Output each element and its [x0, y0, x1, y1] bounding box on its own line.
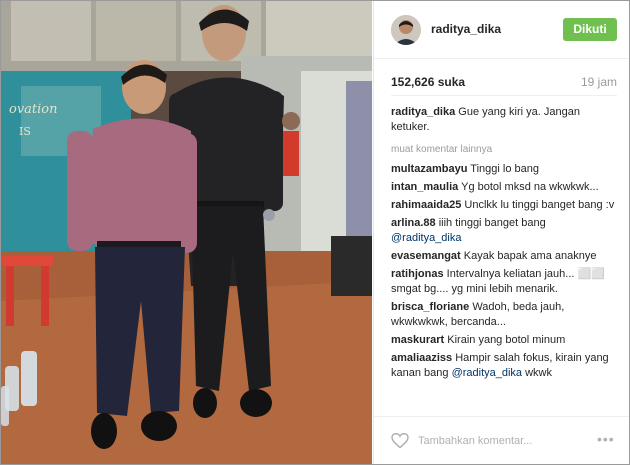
comment-item: multazambayu Tinggi lo bang — [391, 162, 617, 177]
comment-item: amaliaaziss Hampir salah fokus, kirain y… — [391, 351, 617, 381]
username-link[interactable]: raditya_dika — [431, 22, 501, 36]
comment-username[interactable]: multazambayu — [391, 163, 467, 175]
follow-button[interactable]: Dikuti — [563, 18, 617, 41]
comment-item: arlina.88 iiih tinggi banget bang @radit… — [391, 216, 617, 246]
comment-username[interactable]: evasemangat — [391, 250, 461, 262]
post-window: ovation IS raditya_dika Dikuti 152,626 s… — [0, 0, 630, 465]
add-comment-input[interactable]: Tambahkan komentar... — [418, 435, 532, 447]
post-timestamp[interactable]: 19 jam — [581, 75, 617, 89]
comment-item: rahimaaida25 Unclkk lu tinggi banget ban… — [391, 198, 617, 213]
comment-username[interactable]: maskurart — [391, 334, 444, 346]
comment-username[interactable]: arlina.88 — [391, 217, 436, 229]
comment-username[interactable]: rahimaaida25 — [391, 199, 461, 211]
comment-text: iiih tinggi banget bang — [438, 217, 546, 229]
post-stats: 152,626 suka 19 jam — [391, 75, 617, 91]
post-side-panel: raditya_dika Dikuti 152,626 suka 19 jam … — [373, 1, 629, 464]
comment-item: intan_maulia Yg botol mksd na wkwkwk... — [391, 180, 617, 195]
comment-item: evasemangat Kayak bapak ama anaknye — [391, 249, 617, 264]
comment-username[interactable]: ratihjonas — [391, 268, 444, 280]
comment-username[interactable]: intan_maulia — [391, 181, 458, 193]
comment-mention[interactable]: @raditya_dika — [391, 232, 461, 244]
more-options-icon[interactable]: ••• — [597, 431, 615, 447]
comments-list: raditya_dika Gue yang kiri ya. Jangan ke… — [391, 105, 617, 413]
comment-text: Tinggi lo bang — [470, 163, 539, 175]
likes-count[interactable]: 152,626 suka — [391, 75, 465, 89]
comment-text: Unclkk lu tinggi banget bang :v — [464, 199, 615, 211]
avatar[interactable] — [391, 15, 421, 45]
comment-item: ratihjonas Intervalnya keliatan jauh... … — [391, 267, 617, 297]
comment-text: Kirain yang botol minum — [447, 334, 566, 346]
comment-item: brisca_floriane Wadoh, beda jauh, wkwkwk… — [391, 300, 617, 330]
comment-footer: Tambahkan komentar... ••• — [374, 416, 629, 464]
svg-text:IS: IS — [19, 125, 31, 138]
comment-mention[interactable]: @raditya_dika — [452, 367, 522, 379]
heart-icon[interactable] — [391, 433, 409, 449]
comment-username[interactable]: amaliaaziss — [391, 352, 452, 364]
caption-username[interactable]: raditya_dika — [391, 106, 455, 118]
comment-text: Kayak bapak ama anaknye — [463, 250, 597, 262]
comment-text: Yg botol mksd na wkwkwk... — [461, 181, 599, 193]
comment-text-end: wkwk — [525, 367, 552, 379]
divider — [391, 95, 617, 96]
post-photo[interactable]: ovation IS — [1, 1, 372, 464]
comment-item: maskurart Kirain yang botol minum — [391, 333, 617, 348]
svg-text:ovation: ovation — [9, 102, 58, 117]
photo-illustration: ovation IS — [1, 1, 372, 464]
caption: raditya_dika Gue yang kiri ya. Jangan ke… — [391, 105, 617, 135]
post-header: raditya_dika Dikuti — [374, 1, 629, 59]
avatar-image — [391, 15, 421, 45]
comment-username[interactable]: brisca_floriane — [391, 301, 469, 313]
load-more-comments[interactable]: muat komentar lainnya — [391, 142, 617, 157]
